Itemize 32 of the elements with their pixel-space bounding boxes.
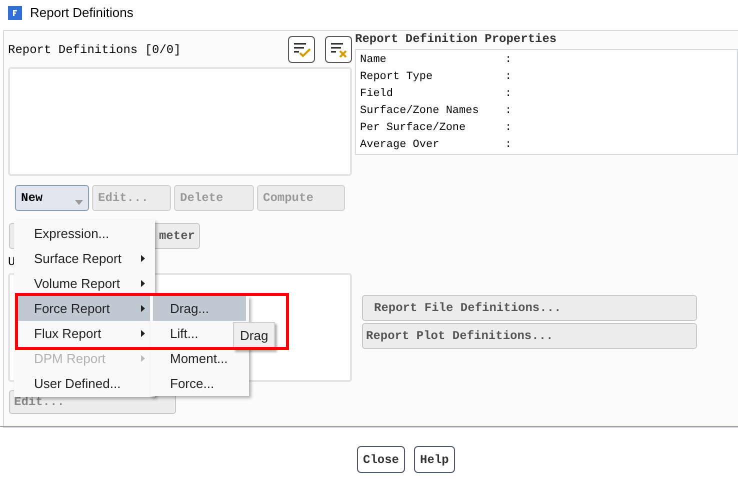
property-name: Average Over: [360, 138, 440, 154]
property-separator: :: [505, 121, 512, 136]
property-separator: :: [505, 138, 512, 154]
caret-icon: [75, 200, 83, 205]
property-name: Per Surface/Zone: [360, 121, 467, 136]
property-separator: :: [505, 104, 512, 120]
property-name: Field: [360, 87, 394, 102]
definitions-button[interactable]: Report Plot Definitions...: [362, 323, 697, 349]
definitions-button[interactable]: Report File Definitions...: [362, 295, 697, 321]
menu-item[interactable]: Expression...: [18, 221, 151, 246]
select-all-button[interactable]: [288, 36, 315, 63]
property-name: Surface/Zone Names: [360, 104, 480, 120]
menu-item[interactable]: Surface Report: [18, 246, 151, 271]
property-name: Name: [360, 53, 388, 68]
menu-item[interactable]: Volume Report: [18, 271, 151, 296]
property-name: Report Type: [360, 70, 434, 86]
properties-title: Report Definition Properties: [355, 31, 558, 48]
list-label: Report Definitions [0/0]: [8, 42, 181, 58]
list-cross-icon: [330, 42, 348, 58]
list-check-icon: [292, 42, 310, 58]
footer-button[interactable]: Help: [414, 446, 455, 473]
deselect-all-button[interactable]: [325, 36, 352, 63]
property-separator: :: [505, 70, 512, 86]
property-separator: :: [505, 53, 512, 68]
menu-item[interactable]: Force Report: [18, 296, 151, 321]
new-dropdown-button[interactable]: New: [15, 185, 89, 211]
app-logo-icon: [8, 6, 22, 20]
menu-item[interactable]: Flux Report: [18, 321, 151, 346]
footer-button[interactable]: Close: [357, 446, 406, 473]
property-separator: :: [505, 87, 512, 102]
window-title: Report Definitions: [30, 4, 134, 22]
submenu-item[interactable]: Drag...: [153, 296, 246, 321]
